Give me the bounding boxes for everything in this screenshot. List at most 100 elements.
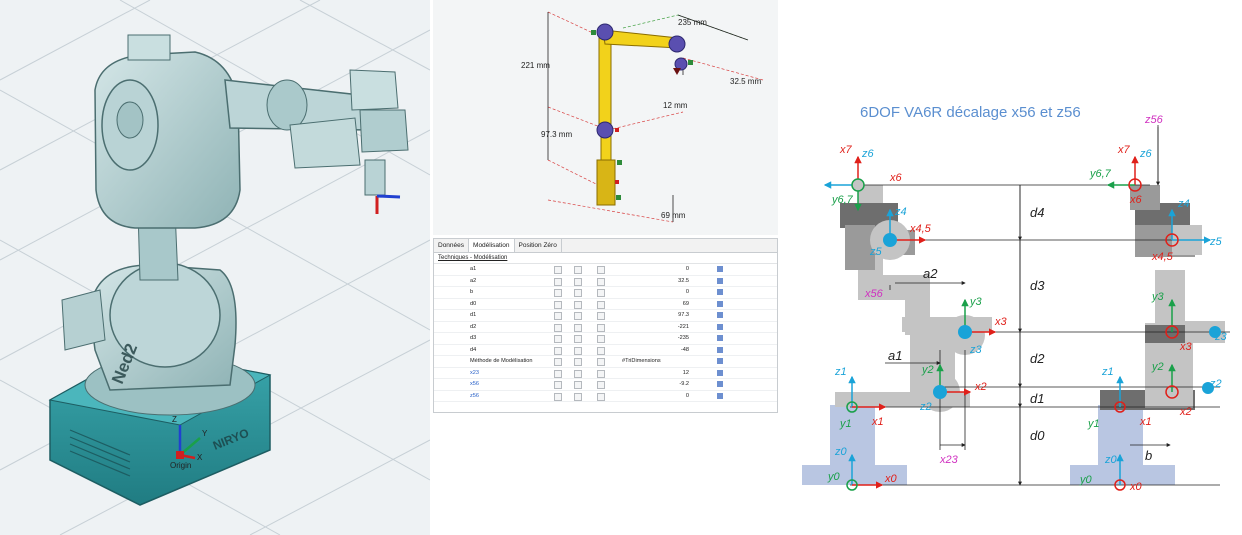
param-value[interactable]: 0 (604, 287, 689, 298)
param-checkbox-2[interactable] (574, 381, 582, 389)
param-edit-icon[interactable] (717, 369, 723, 376)
param-value[interactable]: -235 (604, 333, 689, 344)
param-checkbox-1[interactable] (554, 323, 562, 332)
param-checkbox-2[interactable] (574, 358, 582, 366)
param-value[interactable]: 97.3 (604, 310, 689, 321)
param-row[interactable]: d4 -48 (434, 345, 777, 356)
param-name: d0 (470, 300, 477, 307)
param-edit-icon[interactable] (717, 300, 723, 307)
param-value[interactable]: -9.2 (604, 379, 689, 390)
param-checkbox-1[interactable] (554, 335, 562, 343)
param-edit-icon[interactable] (717, 323, 723, 330)
param-edit-icon[interactable] (717, 289, 723, 295)
param-checkbox-1[interactable] (554, 369, 562, 378)
dim-a1: a1 (888, 348, 902, 363)
tab-modelisation[interactable]: Modélisation (469, 239, 515, 252)
param-value[interactable]: 0 (604, 264, 689, 275)
param-edit-icon[interactable] (717, 381, 723, 387)
param-edit-icon[interactable] (717, 335, 723, 341)
param-checkbox-1[interactable] (554, 358, 562, 366)
param-row[interactable]: Méthode de Modélisation #TriDimensions (434, 356, 777, 368)
param-checkbox-1[interactable] (554, 346, 562, 355)
param-value[interactable]: 32.5 (604, 276, 689, 287)
dim-b: b (1145, 448, 1152, 463)
param-value[interactable]: -221 (604, 322, 689, 333)
dim-a2: a2 (923, 266, 938, 281)
label-left-x6: x6 (889, 172, 903, 184)
dim-d3: d3 (1030, 278, 1045, 293)
param-row[interactable]: d1 97.3 (434, 310, 777, 322)
label-left-x2: x2 (974, 381, 987, 393)
label-left-x7: x7 (839, 144, 853, 156)
param-checkbox-1[interactable] (554, 381, 562, 389)
param-name: d1 (470, 312, 477, 318)
dim-32-5: 32.5 mm (730, 77, 761, 86)
param-edit-icon[interactable] (717, 358, 723, 364)
label-right-x1: x1 (1139, 416, 1152, 428)
param-value[interactable]: 69 (604, 299, 689, 310)
param-checkbox-3[interactable] (597, 358, 605, 366)
param-checkbox-1[interactable] (554, 312, 562, 320)
tab-position-zero[interactable]: Position Zéro (515, 239, 562, 252)
param-checkbox-2[interactable] (574, 323, 582, 332)
param-checkbox-2[interactable] (574, 392, 582, 401)
param-edit-icon[interactable] (717, 346, 723, 353)
param-edit-icon[interactable] (717, 277, 723, 284)
label-left-z3: z3 (969, 344, 983, 356)
param-checkbox-2[interactable] (574, 346, 582, 355)
param-edit-icon[interactable] (717, 392, 723, 399)
param-edit-icon[interactable] (717, 266, 723, 272)
param-value[interactable]: 0 (604, 391, 689, 402)
cad-viewport[interactable]: NIRYO Ned2 Z Y X Origin (0, 0, 430, 535)
label-left-z5: z5 (869, 246, 883, 258)
param-checkbox-2[interactable] (574, 369, 582, 378)
param-checkbox-1[interactable] (554, 277, 562, 286)
tab-donnees[interactable]: Données (434, 239, 470, 252)
param-name: b (470, 289, 474, 295)
dim-12: 12 mm (663, 101, 688, 110)
param-checkbox-1[interactable] (554, 392, 562, 401)
param-edit-icon[interactable] (717, 312, 723, 318)
param-checkbox-1[interactable] (554, 266, 562, 274)
param-row[interactable]: z56 0 (434, 391, 777, 402)
origin-z-label: Z (172, 415, 177, 424)
dim-d2: d2 (1030, 351, 1045, 366)
param-name: x23 (470, 369, 480, 376)
label-left-z2: z2 (919, 401, 932, 413)
label-left-x3: x3 (994, 316, 1008, 328)
param-row[interactable]: b0 (434, 287, 777, 299)
label-right-y1: y1 (1087, 418, 1100, 430)
param-value[interactable]: -48 (604, 345, 689, 356)
parameter-panel: Données Modélisation Position Zéro Techn… (433, 238, 778, 413)
label-right-z3: z3 (1214, 331, 1228, 343)
param-checkbox-2[interactable] (574, 312, 582, 320)
dim-x23: x23 (939, 454, 959, 466)
param-checkbox-2[interactable] (574, 289, 582, 297)
kinematic-diagram-svg: 6DOF VA6R décalage x56 et z56 d4 d3 d2 d… (802, 104, 1230, 493)
param-name: d3 (470, 335, 477, 341)
param-checkbox-1[interactable] (554, 289, 562, 297)
dimension-schematic[interactable]: 235 mm 221 mm 32.5 mm 12 mm 97.3 mm 69 m… (433, 0, 778, 235)
param-value[interactable]: 12 (604, 368, 689, 379)
origin-label: Origin (170, 461, 191, 470)
param-checkbox-2[interactable] (574, 300, 582, 309)
param-checkbox-2[interactable] (574, 266, 582, 274)
param-row[interactable]: x56 -9.2 (434, 379, 777, 391)
param-row[interactable]: d2 -221 (434, 322, 777, 333)
dim-d4: d4 (1030, 205, 1044, 220)
param-row[interactable]: d3 -235 (434, 333, 777, 345)
param-checkbox-2[interactable] (574, 277, 582, 286)
param-row[interactable]: a2 32.5 (434, 276, 777, 287)
section-techniques[interactable]: Techniques - Modélisation (434, 253, 777, 264)
label-right-z2: z2 (1209, 378, 1222, 390)
robot-3d-render: NIRYO Ned2 Z Y X Origin (0, 0, 430, 535)
param-dropdown[interactable]: #TriDimensions (622, 356, 707, 367)
label-left-x1: x1 (871, 416, 884, 428)
label-right-x0: x0 (1129, 481, 1143, 493)
param-name: d4 (470, 346, 477, 353)
param-row[interactable]: x23 12 (434, 368, 777, 379)
param-checkbox-2[interactable] (574, 335, 582, 343)
param-row[interactable]: d0 69 (434, 299, 777, 310)
param-row[interactable]: a1 0 (434, 264, 777, 276)
param-checkbox-1[interactable] (554, 300, 562, 309)
